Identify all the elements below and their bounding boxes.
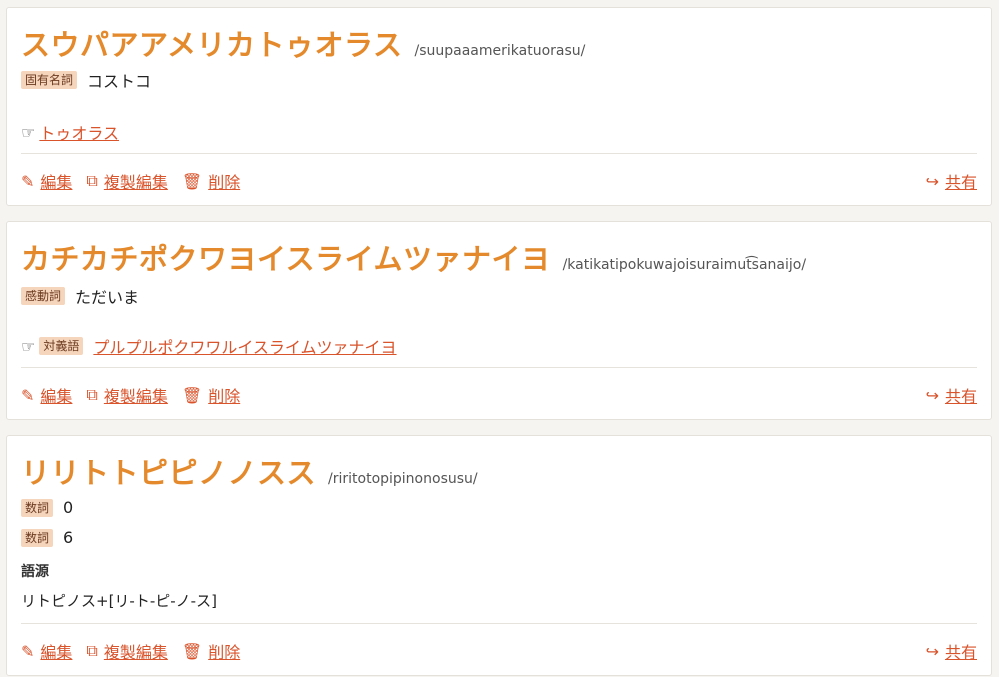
actions-bar: ✎ 編集 ⧉ 複製編集 🗑 削除 ↪ 共有 xyxy=(21,383,977,407)
relation-row: ☞ 対義語 プルプルポクワワルイスライムツァナイヨ xyxy=(21,334,397,358)
share-button[interactable]: ↪ 共有 xyxy=(926,639,977,663)
edit-icon: ✎ xyxy=(21,385,35,405)
edit-icon: ✎ xyxy=(21,171,35,191)
edit-label: 編集 xyxy=(40,387,73,406)
edit-button[interactable]: ✎ 編集 xyxy=(21,383,72,407)
copy-edit-button[interactable]: ⧉ 複製編集 xyxy=(86,169,167,193)
share-label: 共有 xyxy=(944,643,977,662)
share-button[interactable]: ↪ 共有 xyxy=(926,383,977,407)
share-icon: ↪ xyxy=(925,385,939,405)
pointing-hand-icon: ☞ xyxy=(21,122,36,142)
definition: 0 xyxy=(63,498,74,517)
share-icon: ↪ xyxy=(925,171,939,191)
trash-icon: 🗑 xyxy=(181,385,203,405)
delete-label: 削除 xyxy=(208,387,241,406)
sense-row: 感動詞 ただいま xyxy=(21,284,139,308)
delete-button[interactable]: 🗑 削除 xyxy=(182,639,240,663)
delete-button[interactable]: 🗑 削除 xyxy=(182,383,240,407)
entry-word: スウパアアメリカトゥオラス xyxy=(21,28,403,62)
definition: コストコ xyxy=(87,72,152,91)
etymology-row: リトピノス+[リ-ト-ピ-ノ-ス] xyxy=(21,590,217,611)
entry-title-row: スウパアアメリカトゥオラス /suupaaamerikatuorasu/ xyxy=(21,22,585,64)
pos-badge: 感動詞 xyxy=(21,287,66,305)
etymology-label: 語源 xyxy=(21,564,49,580)
divider xyxy=(21,153,977,154)
edit-button[interactable]: ✎ 編集 xyxy=(21,639,72,663)
delete-label: 削除 xyxy=(208,643,241,662)
copy-edit-button[interactable]: ⧉ 複製編集 xyxy=(86,383,167,407)
relation-type-badge: 対義語 xyxy=(39,337,84,355)
pointing-hand-icon: ☞ xyxy=(21,336,36,356)
edit-label: 編集 xyxy=(40,173,73,192)
sense-row: 数詞 6 xyxy=(21,528,73,547)
pos-badge: 数詞 xyxy=(21,528,54,547)
share-button[interactable]: ↪ 共有 xyxy=(926,169,977,193)
actions-bar: ✎ 編集 ⧉ 複製編集 🗑 削除 ↪ 共有 xyxy=(21,639,977,663)
delete-label: 削除 xyxy=(208,173,241,192)
entry-card: リリトトピピノノスス /riritotopipinonosusu/ 数詞 0 数… xyxy=(6,435,992,676)
pos-badge: 数詞 xyxy=(21,498,54,517)
delete-button[interactable]: 🗑 削除 xyxy=(182,169,240,193)
entry-title-row: カチカチポクワヨイスライムツァナイヨ /katikatipokuwajoisur… xyxy=(21,236,806,278)
relation-link[interactable]: プルプルポクワワルイスライムツァナイヨ xyxy=(93,334,396,358)
actions-bar: ✎ 編集 ⧉ 複製編集 🗑 削除 ↪ 共有 xyxy=(21,169,977,193)
edit-icon: ✎ xyxy=(21,641,35,661)
entry-word: リリトトピピノノスス xyxy=(21,456,317,490)
sense-row: 固有名詞 コストコ xyxy=(21,68,151,92)
copy-icon: ⧉ xyxy=(86,385,98,404)
relation-link[interactable]: トゥオラス xyxy=(39,120,119,144)
relation-row: ☞ トゥオラス xyxy=(21,120,119,144)
trash-icon: 🗑 xyxy=(181,641,203,661)
entry-word: カチカチポクワヨイスライムツァナイヨ xyxy=(21,242,551,276)
entry-card: カチカチポクワヨイスライムツァナイヨ /katikatipokuwajoisur… xyxy=(6,221,992,420)
etymology-text: リトピノス+[リ-ト-ピ-ノ-ス] xyxy=(21,592,217,610)
share-label: 共有 xyxy=(944,173,977,192)
copy-edit-label: 複製編集 xyxy=(103,173,168,192)
share-label: 共有 xyxy=(944,387,977,406)
copy-edit-label: 複製編集 xyxy=(103,643,168,662)
entry-pronunciation: /katikatipokuwajoisuraimut͡sanaijo/ xyxy=(562,257,807,273)
copy-icon: ⧉ xyxy=(86,641,98,660)
entry-pronunciation: /suupaaamerikatuorasu/ xyxy=(414,43,586,59)
pos-badge: 固有名詞 xyxy=(21,71,78,89)
copy-edit-label: 複製編集 xyxy=(103,387,168,406)
divider xyxy=(21,367,977,368)
sense-row: 数詞 0 xyxy=(21,498,73,517)
entry-card: スウパアアメリカトゥオラス /suupaaamerikatuorasu/ 固有名… xyxy=(6,7,992,206)
copy-icon: ⧉ xyxy=(86,171,98,190)
share-icon: ↪ xyxy=(925,641,939,661)
edit-label: 編集 xyxy=(40,643,73,662)
etymology-heading-row: 語源 xyxy=(21,561,49,581)
edit-button[interactable]: ✎ 編集 xyxy=(21,169,72,193)
definition: 6 xyxy=(63,528,74,547)
copy-edit-button[interactable]: ⧉ 複製編集 xyxy=(86,639,167,663)
entry-pronunciation: /riritotopipinonosusu/ xyxy=(328,471,478,487)
entry-title-row: リリトトピピノノスス /riritotopipinonosusu/ xyxy=(21,450,478,492)
divider xyxy=(21,623,977,624)
trash-icon: 🗑 xyxy=(181,171,203,191)
definition: ただいま xyxy=(75,288,140,307)
